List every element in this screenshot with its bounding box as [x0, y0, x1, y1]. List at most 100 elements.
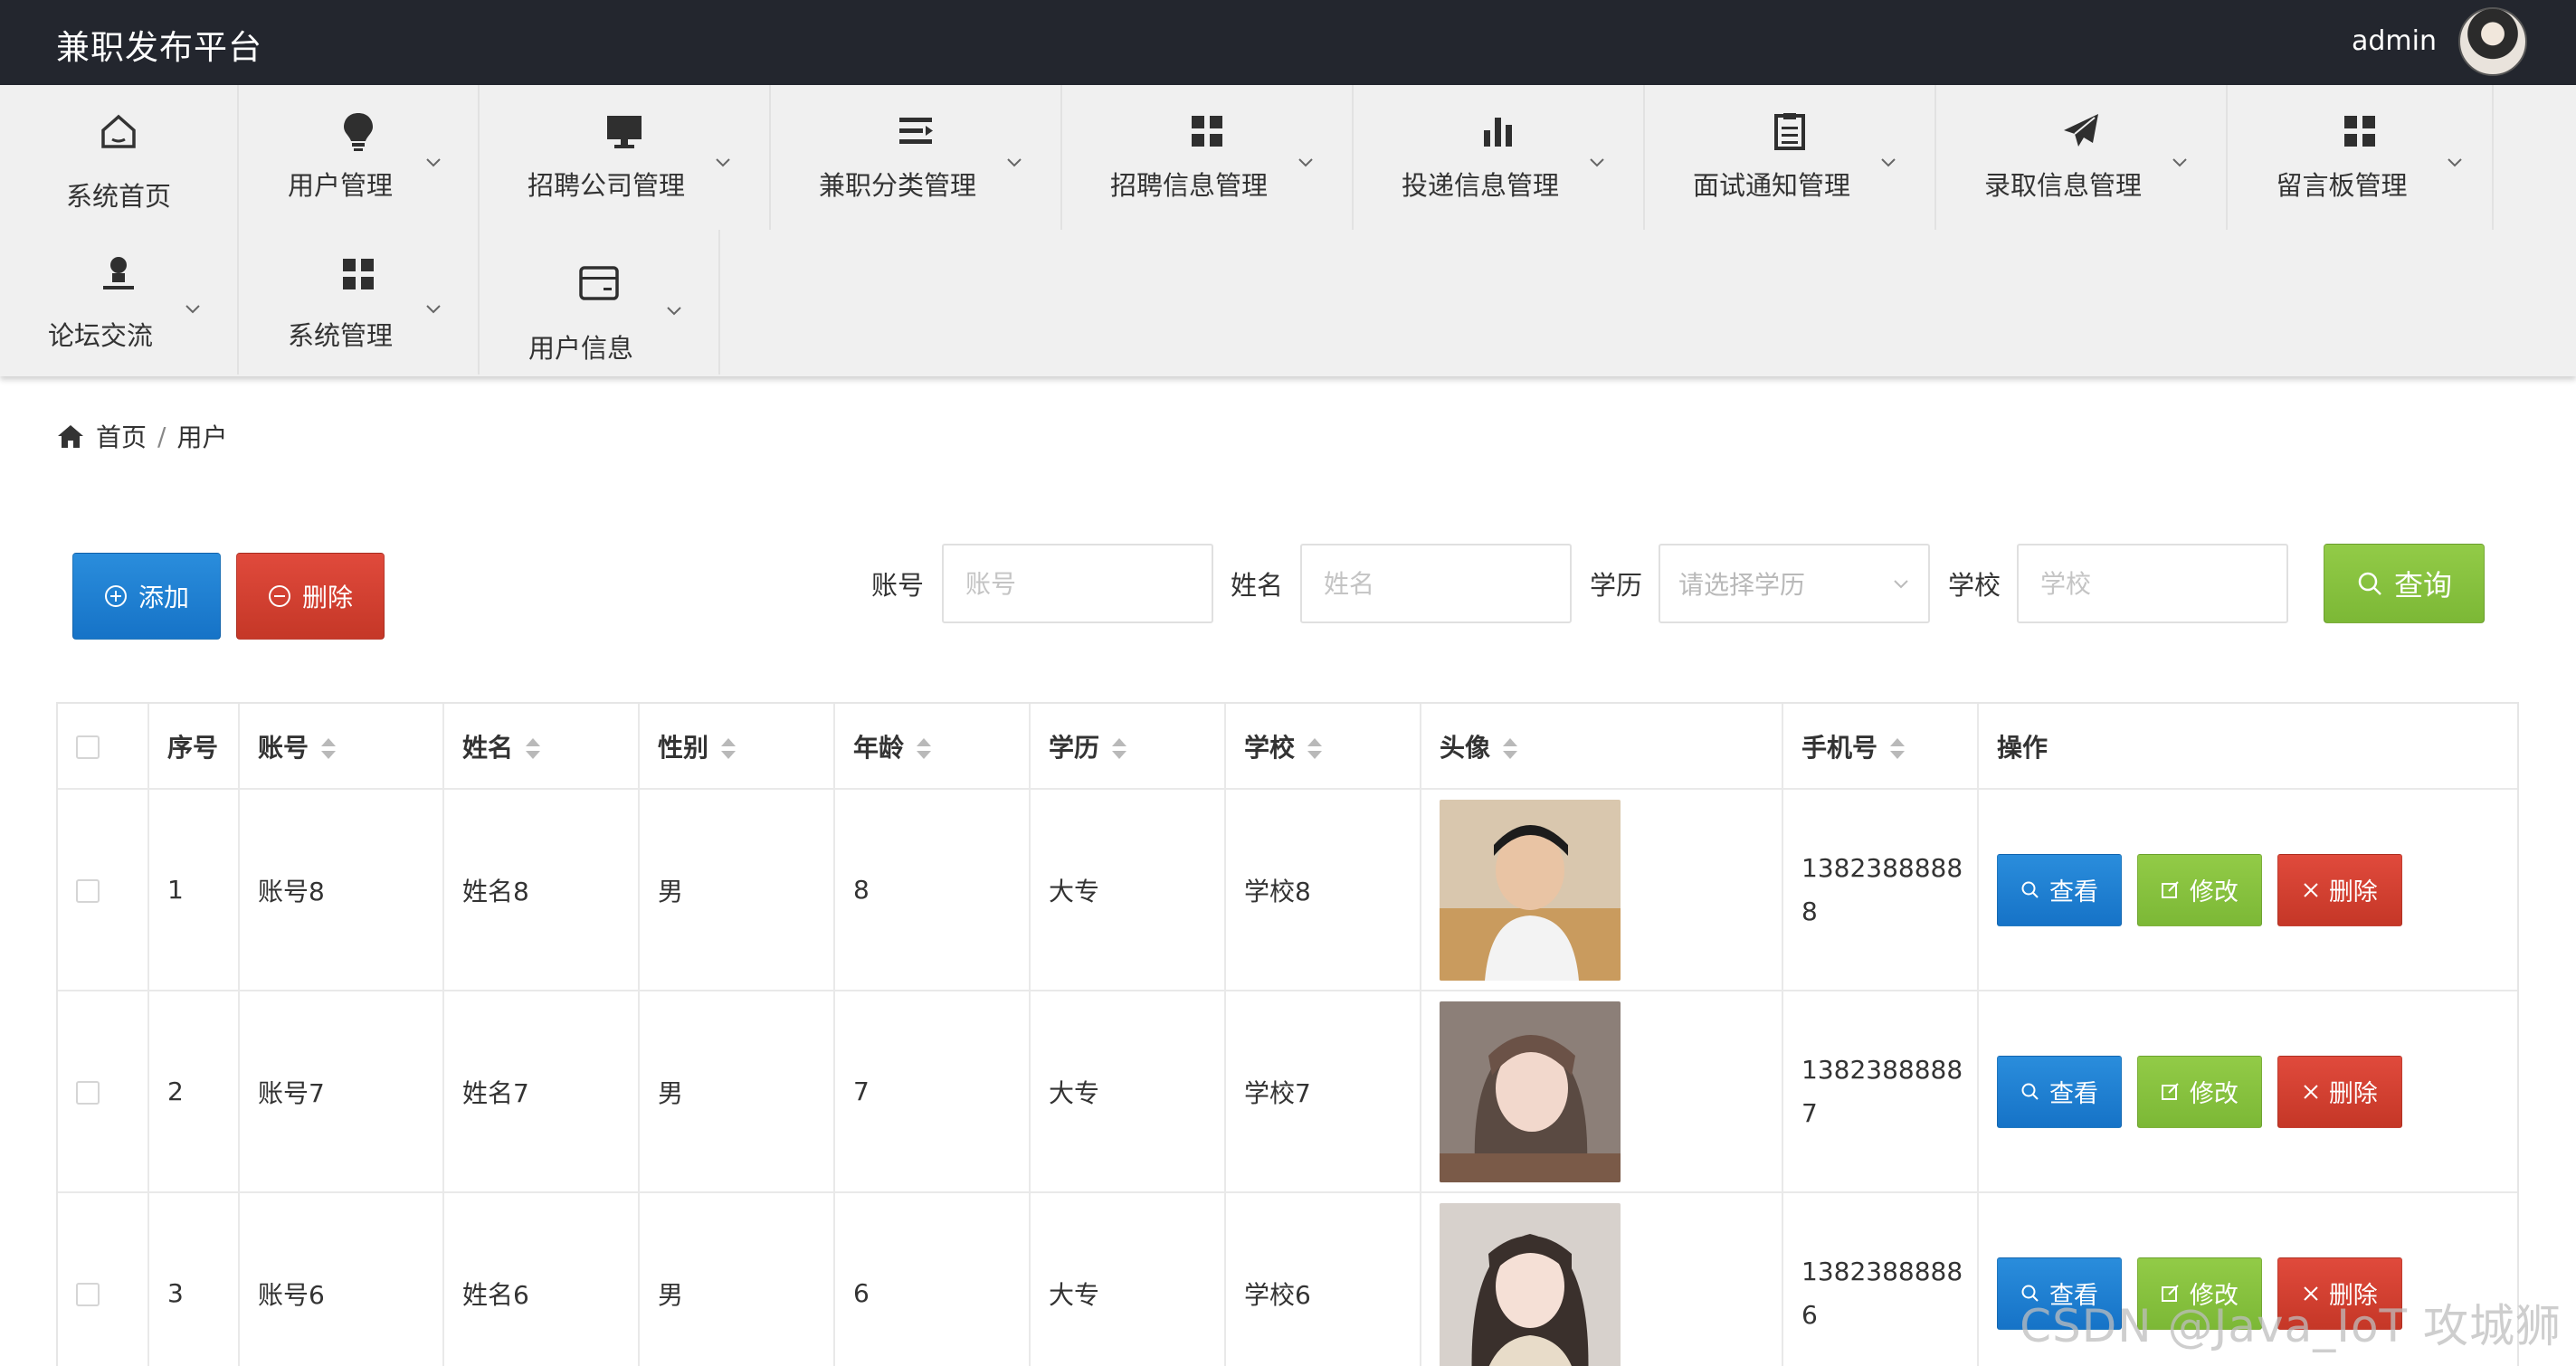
delete-row-button[interactable]: 删除	[2277, 1055, 2402, 1128]
col-header-name[interactable]: 姓名	[443, 704, 640, 790]
cell-account: 账号7	[239, 991, 444, 1193]
view-button[interactable]: 查看	[1997, 853, 2122, 926]
add-button[interactable]: 添加	[72, 553, 221, 640]
account-input[interactable]	[942, 544, 1213, 623]
cell-avatar	[1421, 1192, 1783, 1366]
cell-gender: 男	[639, 789, 835, 991]
nav-label: 系统管理	[287, 320, 393, 351]
avatar-photo[interactable]	[1440, 1001, 1621, 1182]
nav-label: 用户信息	[528, 333, 633, 364]
cell-age: 7	[834, 991, 1031, 1193]
search-button[interactable]: 查询	[2324, 544, 2485, 623]
nav-label: 兼职分类管理	[818, 170, 976, 201]
col-header-label: 账号	[258, 732, 309, 763]
sort-icon[interactable]	[1307, 737, 1323, 761]
avatar-photo[interactable]	[1440, 1202, 1621, 1366]
school-input[interactable]	[2017, 544, 2288, 623]
education-label: 学历	[1590, 570, 1643, 601]
edit-button[interactable]: 修改	[2136, 853, 2262, 926]
main-nav: 系统首页 用户管理 招聘公司管理 兼职分类管理 招聘信息管理 投递信息管理 面试…	[0, 85, 2576, 376]
nav-label: 投递信息管理	[1401, 170, 1559, 201]
cell-avatar	[1421, 789, 1783, 991]
nav-item-category[interactable]: 兼职分类管理	[771, 85, 1062, 230]
nav-item-users[interactable]: 用户管理	[239, 85, 480, 230]
nav-item-jobs[interactable]: 招聘信息管理	[1062, 85, 1354, 230]
sort-icon[interactable]	[321, 737, 337, 761]
top-bar: 兼职发布平台 admin	[0, 0, 2576, 85]
chevron-down-icon	[1881, 158, 1896, 167]
cell-actions: 查看 修改 删除	[1978, 991, 2517, 1193]
nav-item-messages[interactable]: 留言板管理	[2228, 85, 2494, 230]
col-header-account[interactable]: 账号	[239, 704, 444, 790]
col-header-actions: 操作	[1978, 704, 2517, 790]
nav-item-home[interactable]: 系统首页	[0, 85, 239, 230]
sort-icon[interactable]	[721, 737, 737, 761]
user-icon	[103, 257, 134, 289]
edit-icon	[2161, 880, 2179, 898]
cell-no: 3	[148, 1192, 240, 1366]
nav-item-forum[interactable]: 论坛交流	[0, 230, 239, 375]
name-input[interactable]	[1300, 544, 1572, 623]
nav-item-system[interactable]: 系统管理	[239, 230, 480, 375]
edit-icon	[2161, 1082, 2179, 1100]
phone-line-2: 7	[1801, 1097, 1818, 1128]
col-header-label: 年龄	[853, 732, 905, 763]
table-row: 2 账号7 姓名7 男 7 大专 学校7 1382388888 7 查看 修改 删…	[58, 991, 2517, 1193]
col-header-age[interactable]: 年龄	[834, 704, 1031, 790]
nav-item-company[interactable]: 招聘公司管理	[480, 85, 771, 230]
col-header-phone[interactable]: 手机号	[1782, 704, 1979, 790]
breadcrumb-home[interactable]: 首页	[96, 418, 147, 454]
sort-icon[interactable]	[917, 737, 932, 761]
close-icon	[2304, 882, 2318, 897]
cell-phone: 1382388888 6	[1782, 1192, 1979, 1366]
chevron-down-icon	[1007, 158, 1022, 167]
view-button-label: 查看	[2049, 878, 2098, 906]
sort-icon[interactable]	[1890, 737, 1906, 761]
col-header-school[interactable]: 学校	[1225, 704, 1421, 790]
name-label: 姓名	[1231, 570, 1284, 601]
col-header-label: 手机号	[1801, 732, 1878, 763]
nav-item-admissions[interactable]: 录取信息管理	[1936, 85, 2228, 230]
user-name[interactable]: admin	[2352, 25, 2437, 57]
cell-avatar	[1421, 991, 1783, 1193]
cell-account: 账号6	[239, 1192, 444, 1366]
minus-circle-icon	[268, 585, 290, 607]
desktop-icon	[607, 116, 642, 148]
col-header-gender[interactable]: 性别	[639, 704, 835, 790]
view-button[interactable]: 查看	[1997, 1055, 2122, 1128]
cell-age: 6	[834, 1192, 1031, 1366]
app-title: 兼职发布平台	[56, 28, 262, 67]
chevron-down-icon	[185, 305, 200, 314]
search-icon	[2021, 1083, 2039, 1100]
nav-label: 论坛交流	[47, 320, 153, 351]
row-checkbox[interactable]	[76, 1081, 100, 1105]
home-icon	[58, 425, 83, 448]
nav-label: 录取信息管理	[1983, 170, 2142, 201]
delete-row-button[interactable]: 删除	[2277, 853, 2402, 926]
sort-icon[interactable]	[1112, 737, 1127, 761]
col-header-label: 学校	[1244, 732, 1296, 763]
row-checkbox[interactable]	[76, 879, 100, 903]
cell-age: 8	[834, 789, 1031, 991]
delete-button[interactable]: 删除	[236, 553, 385, 640]
row-checkbox[interactable]	[76, 1283, 100, 1306]
sort-icon[interactable]	[526, 737, 541, 761]
cell-name: 姓名8	[443, 789, 640, 991]
col-header-education[interactable]: 学历	[1030, 704, 1226, 790]
nav-item-applications[interactable]: 投递信息管理	[1354, 85, 1645, 230]
user-avatar[interactable]	[2458, 7, 2527, 76]
sort-icon[interactable]	[1503, 737, 1518, 761]
avatar-photo[interactable]	[1440, 799, 1621, 981]
select-all-checkbox[interactable]	[76, 735, 100, 759]
col-header-avatar[interactable]: 头像	[1421, 704, 1783, 790]
phone-line-2: 6	[1801, 1299, 1818, 1330]
edit-button[interactable]: 修改	[2136, 1055, 2262, 1128]
nav-item-userinfo[interactable]: 用户信息	[480, 230, 720, 375]
nav-item-interviews[interactable]: 面试通知管理	[1645, 85, 1936, 230]
chevron-down-icon	[667, 307, 681, 316]
edit-button-label: 修改	[2189, 878, 2239, 906]
education-select[interactable]: 请选择学历	[1659, 544, 1930, 623]
cell-phone: 1382388888 7	[1782, 991, 1979, 1193]
edit-button-label: 修改	[2189, 1080, 2239, 1108]
chevron-down-icon	[426, 158, 441, 167]
